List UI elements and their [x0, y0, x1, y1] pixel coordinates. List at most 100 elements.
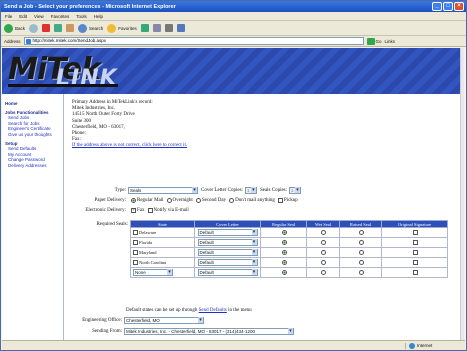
state-name: Delaware — [139, 229, 157, 235]
radio-regular-seal[interactable] — [282, 250, 288, 256]
send-defaults-link[interactable]: Send Defaults — [199, 308, 227, 313]
paper-delivery-label: Paper Delivery: — [94, 197, 126, 203]
checkbox-original-signature[interactable] — [413, 260, 419, 266]
state-checkbox[interactable] — [133, 240, 138, 246]
maximize-button[interactable]: □ — [443, 2, 453, 11]
checkbox-original-signature[interactable] — [413, 240, 419, 246]
radio-overnight[interactable] — [166, 197, 172, 203]
cover-letter-select[interactable]: Default — [197, 239, 258, 246]
radio-raised-seal[interactable] — [358, 270, 364, 276]
checkbox-label-fax: Fax — [137, 207, 145, 213]
radio-raised-seal[interactable] — [358, 260, 364, 266]
checkbox-original-signature[interactable] — [413, 230, 419, 236]
radio-regular-seal[interactable] — [282, 230, 288, 236]
table-row: None Default — [130, 267, 448, 278]
seals-header-row: State Cover Letter Regular Seal Wet Seal… — [130, 220, 448, 228]
seal-copies-label: Seals Copies: — [259, 187, 288, 193]
checkbox-fax[interactable] — [131, 207, 136, 213]
search-label: Search — [89, 25, 104, 31]
type-row: Type: Seals Cover Letter Copies: 1 Seals… — [2, 186, 390, 194]
table-row: Delaware Default — [130, 227, 448, 238]
state-select[interactable]: None — [133, 269, 173, 276]
seal-copies-select[interactable]: 1 — [289, 186, 302, 194]
vertical-scrollbar[interactable] — [460, 48, 464, 340]
checkbox-notify-email[interactable] — [147, 207, 153, 213]
state-checkbox[interactable] — [133, 260, 138, 266]
toolbar: Back Search Favorites — [1, 21, 466, 36]
refresh-icon[interactable] — [54, 24, 63, 32]
cover-letter-select[interactable]: Default — [197, 249, 258, 256]
radio-regular-seal[interactable] — [282, 270, 288, 276]
print-icon[interactable] — [164, 24, 173, 32]
radio-raised-seal[interactable] — [358, 230, 364, 236]
browser-window: Send a Job - Select your preferences - M… — [0, 0, 467, 351]
checkbox-original-signature[interactable] — [413, 250, 419, 256]
site-banner: MiTek LINK — [2, 48, 463, 94]
electronic-delivery-label: Electronic Delivery: — [85, 207, 126, 213]
radio-regular-seal[interactable] — [282, 260, 288, 266]
checkbox-pickup[interactable] — [277, 197, 283, 203]
cover-letter-select[interactable]: Default — [197, 229, 258, 236]
cover-copies-select[interactable]: 1 — [244, 186, 257, 194]
cover-cell: Default — [194, 257, 261, 268]
radio-wet-seal[interactable] — [321, 240, 327, 246]
sidebar-home[interactable]: Home — [5, 101, 63, 107]
favorites-button[interactable]: Favorites — [107, 23, 137, 33]
table-row: North Carolina Default — [130, 257, 448, 268]
radio-regular-seal[interactable] — [282, 240, 288, 246]
sending-from-select[interactable]: Mitek Industries, Inc. - Chesterfield, M… — [124, 327, 294, 335]
cover-letter-select[interactable]: Default — [197, 269, 258, 276]
state-checkbox[interactable] — [133, 230, 138, 236]
engineering-office-label: Engineering Office: — [82, 317, 122, 323]
edit-icon[interactable] — [176, 24, 185, 32]
cover-letter-select[interactable]: Default — [197, 259, 258, 266]
radio-regular-mail[interactable] — [131, 197, 136, 203]
radio-raised-seal[interactable] — [358, 250, 364, 256]
mail-icon[interactable] — [152, 24, 161, 32]
history-icon[interactable] — [140, 24, 149, 32]
header-raised-seal: Raised Seal — [338, 220, 383, 228]
stop-icon[interactable] — [42, 24, 51, 32]
favorites-label: Favorites — [118, 25, 137, 31]
address-input[interactable]: http://mitek.mitek.com/SendJob.aspx — [23, 37, 364, 45]
radio-wet-seal[interactable] — [321, 250, 327, 256]
address-bar: Address http://mitek.mitek.com/SendJob.a… — [1, 36, 466, 47]
menu-help[interactable]: Help — [94, 14, 103, 19]
radio-raised-seal[interactable] — [358, 240, 364, 246]
status-bar: Internet — [2, 340, 465, 350]
menu-view[interactable]: View — [34, 14, 44, 19]
sidebar-item-delivery-addresses[interactable]: Delivery Addresses — [5, 163, 63, 169]
close-button[interactable]: × — [454, 2, 464, 11]
correct-address-link[interactable]: If the address above is not correct, cli… — [72, 143, 187, 148]
type-select[interactable]: Seals — [128, 186, 198, 194]
checkbox-label-email: Notify via E-mail — [153, 207, 189, 213]
go-button[interactable]: Go — [366, 37, 382, 45]
sending-from-row: Sending From: Mitek Industries, Inc. - C… — [2, 327, 390, 335]
radio-second-day[interactable] — [195, 197, 201, 203]
menu-file[interactable]: File — [5, 14, 12, 19]
engineering-office-select[interactable]: Chesterfield, MO — [124, 316, 204, 324]
cover-cell: Default — [194, 267, 261, 278]
radio-dont-mail[interactable] — [229, 197, 235, 203]
search-button[interactable]: Search — [78, 23, 104, 33]
minimize-button[interactable]: _ — [432, 2, 442, 11]
table-row: Florida Default — [130, 237, 448, 248]
radio-wet-seal[interactable] — [321, 260, 327, 266]
menu-edit[interactable]: Edit — [19, 14, 27, 19]
forward-arrow-icon[interactable] — [29, 23, 39, 33]
links-label[interactable]: Links — [385, 39, 396, 44]
menu-favorites[interactable]: Favorites — [51, 14, 70, 19]
radio-wet-seal[interactable] — [321, 230, 327, 236]
sidebar-item-feedback[interactable]: Give us your thoughts — [5, 132, 63, 138]
state-cell: Maryland — [130, 247, 195, 258]
sidebar-nav: Home Jobs Functionalities Send Jobs Sear… — [2, 94, 64, 340]
radio-wet-seal[interactable] — [321, 270, 327, 276]
state-checkbox[interactable] — [133, 250, 138, 256]
home-icon[interactable] — [66, 24, 75, 32]
back-button[interactable]: Back — [4, 23, 25, 33]
seals-table: State Cover Letter Regular Seal Wet Seal… — [130, 220, 448, 278]
window-controls: _ □ × — [432, 2, 464, 11]
menu-tools[interactable]: Tools — [76, 14, 87, 19]
checkbox-original-signature[interactable] — [413, 270, 419, 276]
state-name: North Carolina — [139, 259, 167, 265]
